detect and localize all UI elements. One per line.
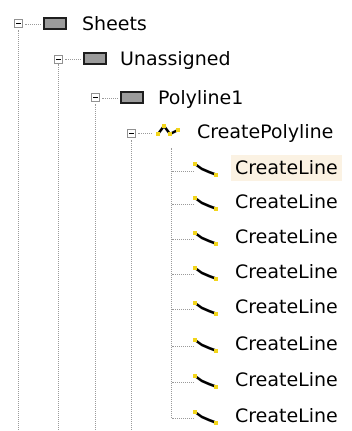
line-icon [193, 374, 218, 389]
line-icon [193, 266, 218, 281]
line-icon [193, 301, 218, 316]
tree-node-unassigned[interactable]: Unassigned [116, 44, 235, 74]
tree-connector [172, 346, 194, 347]
tree-node-label: CreateLine [231, 155, 342, 181]
tree-connector [172, 171, 194, 172]
tree-connector [172, 274, 194, 275]
tree-connector [138, 133, 152, 134]
tree-connector [172, 204, 194, 205]
line-icon [193, 196, 218, 211]
tree-node-create-line[interactable]: CreateLine [231, 365, 342, 395]
tree-connector [58, 64, 59, 430]
collapse-toggle[interactable] [54, 55, 63, 64]
tree-connector [65, 59, 81, 60]
tree-node-create-polyline[interactable]: CreatePolyline [193, 117, 337, 147]
tree-node-create-line[interactable]: CreateLine [231, 292, 342, 322]
tree-node-label: CreateLine [235, 333, 338, 355]
tree-node-label: CreateLine [235, 369, 338, 391]
collapse-toggle[interactable] [14, 19, 23, 28]
line-icon [193, 338, 218, 353]
tree-node-polyline1[interactable]: Polyline1 [154, 83, 247, 113]
tree-node-label: Polyline1 [158, 87, 244, 109]
tree-connector [172, 239, 194, 240]
tree-node-label: CreateLine [235, 261, 338, 283]
tree-connector [172, 418, 194, 419]
tree-node-create-line[interactable]: CreateLine [231, 187, 342, 217]
entity-folder-icon [120, 91, 144, 104]
tree-node-create-line[interactable]: CreateLine [231, 257, 342, 287]
collapse-toggle[interactable] [127, 129, 136, 138]
tree-view[interactable]: Sheets Unassigned Polyline1 CreatePolyli… [0, 0, 352, 430]
tree-connector [131, 140, 132, 430]
tree-connector [102, 98, 118, 99]
collapse-toggle[interactable] [91, 93, 100, 102]
tree-connector [18, 30, 19, 430]
line-icon [193, 162, 218, 177]
tree-node-label: CreateLine [235, 405, 338, 427]
tree-connector [172, 309, 194, 310]
tree-node-create-line[interactable]: CreateLine [231, 401, 342, 431]
tree-node-label: CreateLine [235, 296, 338, 318]
line-icon [193, 410, 218, 425]
tree-node-create-line[interactable]: CreateLine [231, 329, 342, 359]
tree-node-label: Sheets [82, 13, 147, 35]
tree-node-label: CreatePolyline [197, 121, 334, 143]
line-icon [193, 231, 218, 246]
tree-node-label: CreateLine [235, 226, 338, 248]
tree-node-create-line[interactable]: CreateLine [231, 153, 342, 183]
tree-node-label: CreateLine [235, 191, 338, 213]
tree-node-create-line[interactable]: CreateLine [231, 222, 342, 252]
layer-folder-icon [83, 52, 107, 65]
tree-connector [171, 148, 172, 418]
tree-node-label: Unassigned [120, 48, 231, 70]
sheet-folder-icon [43, 17, 67, 30]
tree-connector [95, 104, 96, 430]
tree-connector [25, 24, 41, 25]
tree-node-sheets[interactable]: Sheets [78, 9, 151, 39]
polyline-icon [156, 123, 180, 136]
tree-connector [172, 382, 194, 383]
